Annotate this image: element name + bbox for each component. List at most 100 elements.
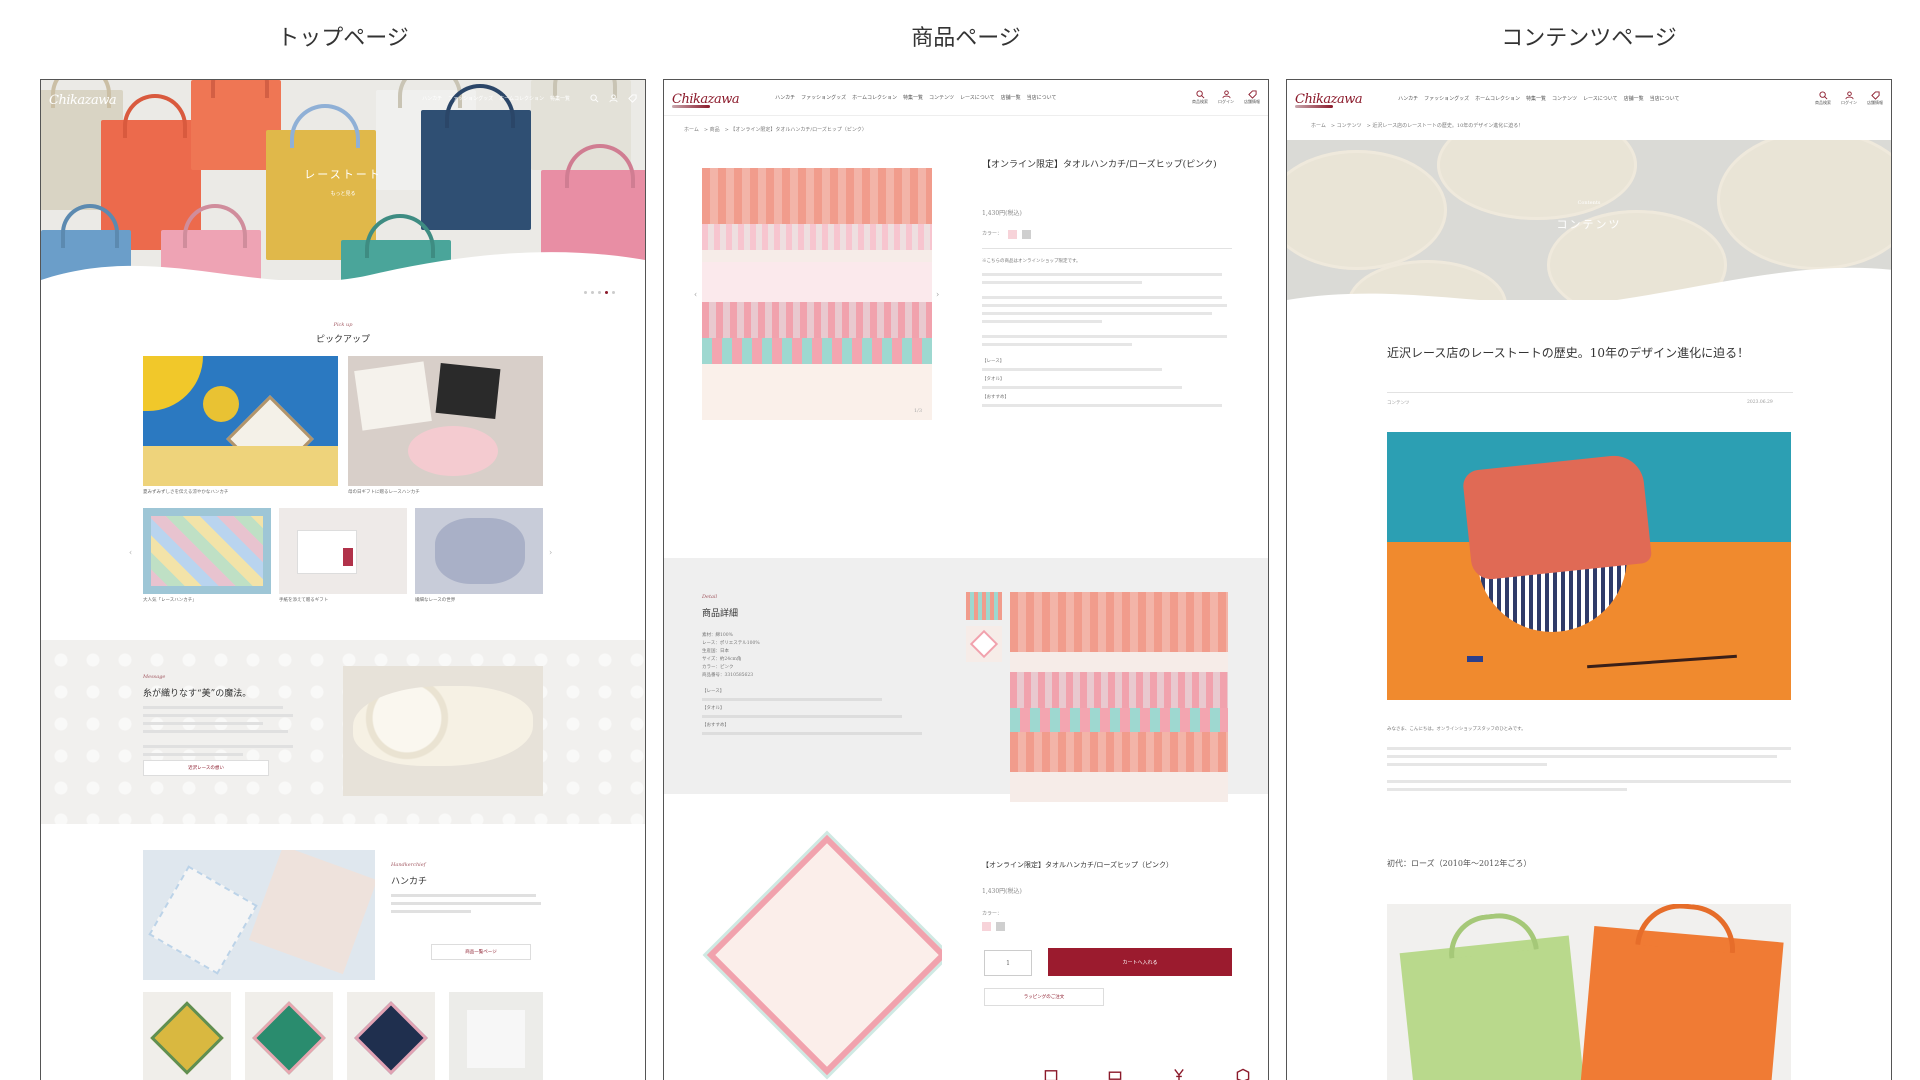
tag-icon[interactable]: 店舗情報 bbox=[1244, 90, 1260, 105]
nav-item[interactable]: ファッショングッズ bbox=[801, 94, 846, 101]
article-date: 2023.06.29 bbox=[1747, 400, 1773, 405]
divider bbox=[982, 248, 1232, 249]
nav-item[interactable]: ハンカチ bbox=[422, 95, 442, 102]
nav-item[interactable]: レースについて bbox=[960, 94, 995, 101]
pickup-title: ピックアップ bbox=[315, 335, 370, 345]
chevron-left-icon[interactable]: ‹ bbox=[129, 548, 132, 557]
search-icon[interactable]: 商品検索 bbox=[1192, 90, 1208, 105]
nav-item[interactable]: ホームコレクション bbox=[1475, 95, 1520, 102]
nav-item[interactable]: ファッショングッズ bbox=[1424, 95, 1469, 102]
hero-carousel-dots[interactable] bbox=[584, 291, 615, 294]
breadcrumb[interactable]: ホーム > 商品 > 【オンライン限定】タオルハンカチ/ローズヒップ（ピンク） bbox=[684, 126, 867, 133]
spec-list: 素材：綿100% レース：ポリエステル100% 生産国：日本 サイズ：約24cm… bbox=[702, 632, 922, 735]
yen-icon[interactable] bbox=[1172, 1068, 1186, 1080]
logo[interactable]: Chikazawa bbox=[1295, 88, 1363, 108]
nav-item[interactable]: 店舗一覧 bbox=[1624, 95, 1644, 102]
pickup-image[interactable] bbox=[279, 508, 407, 594]
detail-main-image[interactable] bbox=[1010, 592, 1228, 802]
wrapping-order-button[interactable]: ラッピングのご注文 bbox=[984, 988, 1104, 1006]
nav-item[interactable]: 当店について bbox=[1650, 95, 1680, 102]
color-swatch-pink[interactable] bbox=[1008, 230, 1017, 239]
article-category[interactable]: コンテンツ bbox=[1387, 400, 1410, 406]
nav-item[interactable]: ハンカチ bbox=[775, 94, 795, 101]
product-thumb[interactable] bbox=[245, 992, 333, 1080]
chevron-left-icon[interactable]: ‹ bbox=[694, 290, 697, 299]
color-swatch-grey[interactable] bbox=[1022, 230, 1031, 239]
bottom-color-label: カラー： bbox=[982, 911, 1003, 917]
add-to-cart-button[interactable]: カートへ入れる bbox=[1048, 948, 1232, 976]
pickup-en-label: Pick up bbox=[333, 322, 353, 328]
product-title: 【オンライン限定】タオルハンカチ/ローズヒップ(ピンク) bbox=[982, 160, 1217, 170]
box-icon[interactable] bbox=[1236, 1068, 1250, 1080]
search-icon[interactable] bbox=[590, 93, 599, 103]
heading-product-page: 商品ページ bbox=[911, 26, 1021, 51]
tag-icon[interactable]: 店舗情報 bbox=[1867, 90, 1883, 106]
lace-doily bbox=[1437, 140, 1637, 220]
article-title: 近沢レース店のレーストートの歴史。10年のデザイン進化に迫る！ bbox=[1387, 346, 1750, 360]
pickup-caption: 母の日ギフトに贈るレースハンカチ bbox=[348, 490, 420, 495]
nav-item[interactable]: ホームコレクション bbox=[852, 94, 897, 101]
nav-item[interactable]: 店舗一覧 bbox=[1001, 94, 1021, 101]
story-body bbox=[143, 706, 293, 756]
footer-icons bbox=[1044, 1068, 1250, 1080]
hero-wave-divider bbox=[1287, 267, 1891, 320]
nav-item[interactable]: ハンカチ bbox=[1398, 95, 1418, 102]
card-icon[interactable] bbox=[1108, 1068, 1122, 1080]
main-nav: ハンカチ ファッショングッズ ホームコレクション 特集一覧 コンテンツ レースに… bbox=[1398, 95, 1679, 102]
logo[interactable]: Chikazawa bbox=[672, 88, 740, 108]
product-main-image[interactable]: 1/3 bbox=[702, 168, 932, 420]
heading-top-page: トップページ bbox=[277, 26, 409, 51]
quantity-stepper[interactable]: 1 bbox=[984, 950, 1032, 976]
hero-title: コンテンツ bbox=[1556, 218, 1622, 231]
pickup-image[interactable] bbox=[143, 356, 338, 486]
user-icon[interactable] bbox=[609, 93, 618, 103]
pickup-image[interactable] bbox=[143, 508, 271, 594]
header-icons: 商品検索 ログイン 店舗情報 bbox=[1192, 90, 1260, 105]
detail-thumb[interactable] bbox=[966, 626, 1002, 662]
nav-item[interactable]: ホームコレクション bbox=[499, 95, 544, 102]
story-lace-image bbox=[343, 666, 543, 796]
pickup-caption: 手紙を添えて贈るギフト bbox=[279, 598, 329, 603]
main-nav: ハンカチ ファッショングッズ ホームコレクション 特集一覧 コンテンツ レースに… bbox=[775, 94, 1056, 101]
nav-item[interactable]: 特集一覧 bbox=[903, 94, 923, 101]
product-description: ※こちらの商品はオンラインショップ限定です。 【レース】 【タオル】 【おすすめ… bbox=[982, 258, 1232, 407]
nav-item[interactable]: ファッショングッズ bbox=[448, 95, 493, 102]
tag-icon[interactable] bbox=[628, 93, 637, 103]
breadcrumb[interactable]: ホーム > コンテンツ > 近沢レース店のレーストートの歴史。10年のデザイン進… bbox=[1311, 122, 1523, 129]
user-icon[interactable]: ログイン bbox=[1218, 90, 1234, 105]
chevron-right-icon[interactable]: › bbox=[936, 290, 939, 299]
top-page-screenshot: レーストート もっと見る Chikazawa ハンカチ ファッショングッズ ホー… bbox=[40, 79, 646, 1080]
logo[interactable]: Chikazawa bbox=[49, 89, 117, 108]
calendar-icon[interactable] bbox=[1044, 1068, 1058, 1080]
nav-item[interactable]: レースについて bbox=[1583, 95, 1618, 102]
nav-item[interactable]: コンテンツ bbox=[929, 94, 954, 101]
story-title: 糸が織りなす“美”の魔法。 bbox=[143, 689, 252, 699]
color-swatch-pink[interactable] bbox=[982, 922, 991, 931]
article-main-image bbox=[1387, 432, 1791, 700]
story-en-label: Message bbox=[143, 674, 166, 680]
handkerchief-image[interactable] bbox=[143, 850, 375, 980]
color-swatch-grey[interactable] bbox=[996, 922, 1005, 931]
story-more-button[interactable]: 近沢レースの想い bbox=[143, 760, 269, 776]
chevron-right-icon[interactable]: › bbox=[549, 548, 552, 557]
pickup-image[interactable] bbox=[348, 356, 543, 486]
image-counter: 1/3 bbox=[913, 408, 922, 414]
nav-item[interactable]: コンテンツ bbox=[1552, 95, 1577, 102]
pickup-image[interactable] bbox=[415, 508, 543, 594]
search-icon[interactable]: 商品検索 bbox=[1815, 90, 1831, 106]
header-icons: 商品検索 ログイン 店舗情報 bbox=[1815, 90, 1883, 106]
user-icon[interactable]: ログイン bbox=[1841, 90, 1857, 106]
article-body: みなさま、こんにちは。オンラインショップスタッフのひとみです。 bbox=[1387, 726, 1791, 791]
hero-more-link[interactable]: もっと見る bbox=[41, 190, 645, 197]
product-thumb[interactable] bbox=[347, 992, 435, 1080]
pickup-caption: 大人気「レースハンカチ」 bbox=[143, 598, 197, 603]
product-thumb[interactable] bbox=[143, 992, 231, 1080]
nav-item[interactable]: 特集一覧 bbox=[1526, 95, 1546, 102]
nav-item[interactable]: 当店について bbox=[1027, 94, 1057, 101]
bottom-product-image bbox=[682, 830, 942, 1080]
detail-thumb[interactable] bbox=[966, 592, 1002, 620]
hanky-more-button[interactable]: 商品一覧ページ bbox=[431, 944, 531, 960]
product-thumb[interactable] bbox=[449, 992, 543, 1080]
nav-item[interactable]: 特集一覧 bbox=[550, 95, 570, 102]
site-header: Chikazawa ハンカチ ファッショングッズ ホームコレクション 特集一覧 … bbox=[1287, 80, 1891, 116]
